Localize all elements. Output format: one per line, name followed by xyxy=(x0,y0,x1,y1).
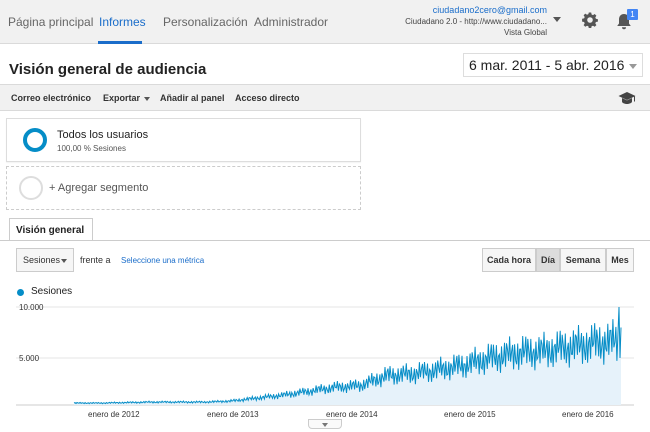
account-email: ciudadano2cero@gmail.com xyxy=(432,5,547,15)
tab-home[interactable]: Página principal xyxy=(8,15,93,29)
segment-ring-icon xyxy=(23,128,47,152)
x-tick-label: enero de 2012 xyxy=(88,410,140,419)
period-day-button[interactable]: Día xyxy=(536,248,560,272)
export-label: Exportar xyxy=(103,93,141,103)
tab-reports[interactable]: Informes xyxy=(99,15,146,29)
chevron-down-icon xyxy=(629,64,637,69)
tab-divider xyxy=(0,240,650,241)
segment-percentage: 100,00 % Sesiones xyxy=(57,144,126,153)
shortcut-button[interactable]: Acceso directo xyxy=(235,93,300,103)
tab-customization[interactable]: Personalización xyxy=(163,15,248,29)
graduation-cap-icon[interactable] xyxy=(618,91,636,105)
add-to-dashboard-button[interactable]: Añadir al panel xyxy=(160,93,225,103)
export-button[interactable]: Exportar xyxy=(103,93,151,103)
x-tick-label: enero de 2015 xyxy=(444,410,496,419)
chart-resize-handle[interactable] xyxy=(308,419,342,429)
active-tab-indicator xyxy=(98,41,142,44)
date-range-picker[interactable]: 6 mar. 2011 - 5 abr. 2016 xyxy=(463,53,643,77)
versus-label: frente a xyxy=(80,255,111,265)
x-tick-label: enero de 2014 xyxy=(326,410,378,419)
gear-icon[interactable] xyxy=(582,12,598,28)
y-tick-label: 5.000 xyxy=(19,354,40,363)
caret-down-icon[interactable] xyxy=(553,17,561,22)
account-selector[interactable]: ciudadano2cero@gmail.com Ciudadano 2.0 -… xyxy=(307,5,547,38)
add-segment-label: + Agregar segmento xyxy=(49,182,149,194)
period-month-button[interactable]: Mes xyxy=(606,248,634,272)
page-title: Visión general de audiencia xyxy=(9,61,207,78)
period-hourly-button[interactable]: Cada hora xyxy=(482,248,536,272)
notification-badge: 1 xyxy=(627,9,638,20)
segment-all-users[interactable]: Todos los usuarios 100,00 % Sesiones xyxy=(6,118,361,162)
sessions-area xyxy=(74,307,621,405)
title-row: Visión general de audiencia 6 mar. 2011 … xyxy=(0,45,650,85)
empty-ring-icon xyxy=(19,176,43,200)
metric-label: Sesiones xyxy=(23,255,61,265)
segment-name: Todos los usuarios xyxy=(57,129,149,141)
add-segment-button[interactable]: + Agregar segmento xyxy=(6,166,361,210)
y-tick-label: 10.000 xyxy=(19,303,44,312)
sessions-chart[interactable]: 10.000 5.000 enero de 2012 enero de 2013… xyxy=(0,296,650,432)
tab-overview[interactable]: Visión general xyxy=(9,218,93,241)
account-view: Vista Global xyxy=(504,28,547,37)
period-week-button[interactable]: Semana xyxy=(560,248,606,272)
email-button[interactable]: Correo electrónico xyxy=(11,93,91,103)
top-nav: Página principal Informes Personalizació… xyxy=(0,0,650,44)
account-property: Ciudadano 2.0 - http://www.ciudadano... xyxy=(405,17,547,26)
chevron-down-icon xyxy=(322,423,328,427)
select-metric-link[interactable]: Seleccione una métrica xyxy=(121,256,204,265)
x-tick-label: enero de 2013 xyxy=(207,410,259,419)
legend-dot xyxy=(17,289,24,296)
caret-down-icon xyxy=(61,259,67,263)
date-range-label: 6 mar. 2011 - 5 abr. 2016 xyxy=(469,57,625,73)
caret-down-icon xyxy=(144,96,151,101)
report-toolbar: Correo electrónico Exportar Añadir al pa… xyxy=(0,84,650,111)
x-tick-label: enero de 2016 xyxy=(562,410,614,419)
metric-selector[interactable]: Sesiones xyxy=(16,248,74,272)
